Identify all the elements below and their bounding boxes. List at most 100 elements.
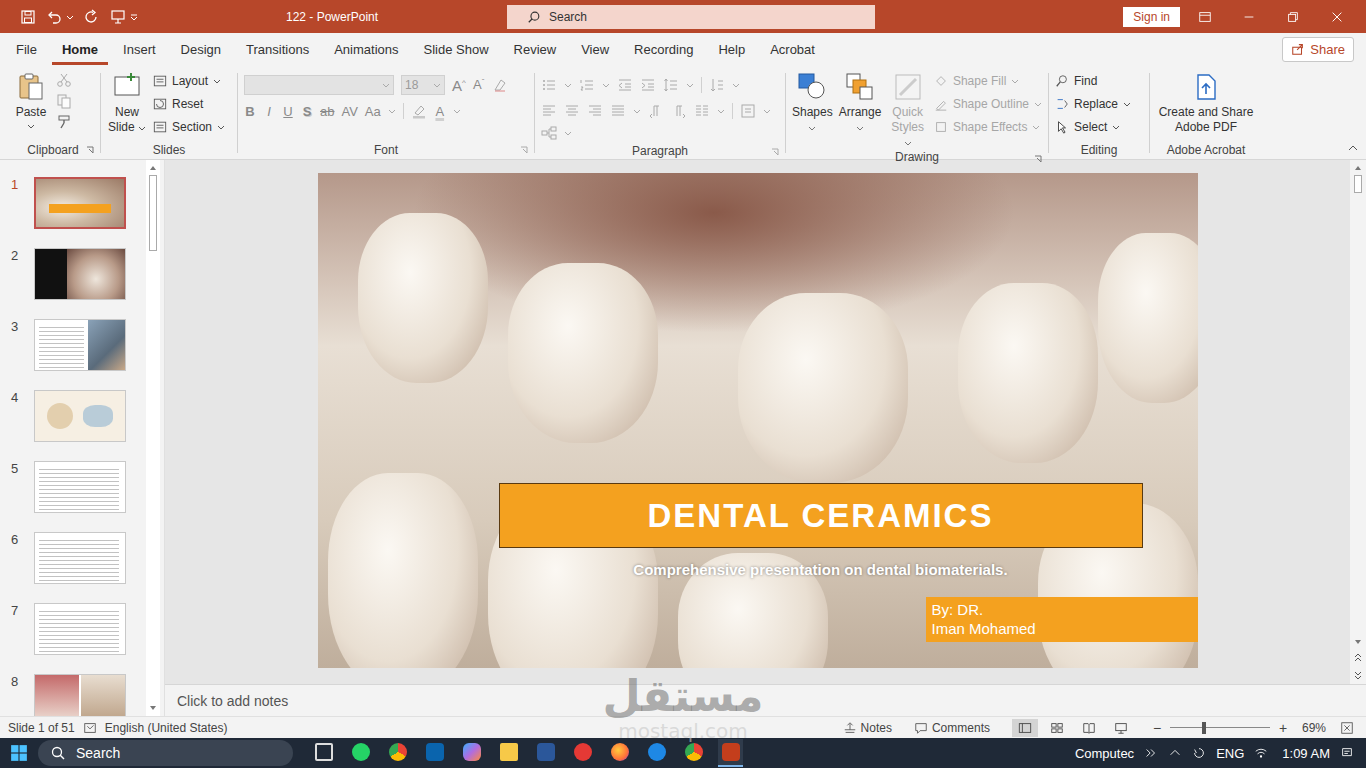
decrease-indent-icon[interactable] [617,77,633,93]
taskbar-app[interactable] [311,739,336,767]
collapse-ribbon-icon[interactable] [1348,143,1358,153]
share-button[interactable]: Share [1282,37,1354,62]
copy-icon[interactable] [56,93,72,109]
taskbar-app[interactable] [533,739,558,767]
slide-scrollbar[interactable] [1350,160,1366,684]
zoom-level[interactable]: 69% [1302,721,1326,735]
ribbon-tab[interactable]: File [6,33,47,65]
create-pdf-button[interactable]: Create and Share Adobe PDF [1156,69,1256,135]
font-color-button[interactable]: A [434,104,446,119]
font-name-field[interactable] [244,75,394,95]
more-chevron-icon[interactable] [1144,746,1158,760]
format-button[interactable]: Aa [365,104,381,119]
shrink-font-button[interactable]: Aˇ [473,77,485,92]
slide-thumbnail[interactable]: 6 [0,532,146,603]
taskbar-app[interactable] [718,739,743,767]
font-size-field[interactable]: 18 [401,75,445,95]
slide-option[interactable]: Reset [153,95,225,113]
accessibility-icon[interactable] [83,721,97,735]
customize-toolbar-icon[interactable] [130,13,138,21]
format-painter-icon[interactable] [56,114,72,130]
slide-title[interactable]: DENTAL CERAMICS [499,483,1143,548]
input-language[interactable]: ENG [1216,746,1244,761]
dialog-launcher-icon[interactable] [520,146,528,154]
view-button[interactable] [1076,719,1102,737]
present-icon[interactable] [110,9,126,25]
show-hidden-icons-icon[interactable] [1168,746,1182,760]
scroll-up-icon[interactable] [1354,164,1362,172]
shape-format-option[interactable]: Shape Fill [934,72,1042,90]
format-button[interactable]: ab [320,104,334,119]
taskbar-app[interactable] [570,739,595,767]
new-slide-button[interactable]: New Slide [107,69,147,135]
justify-icon[interactable] [610,103,626,119]
slide-option[interactable]: Layout [153,72,225,90]
paste-button[interactable]: Paste [12,69,50,130]
slide-thumbnail[interactable]: 1 [0,177,146,248]
wifi-icon[interactable] [1254,746,1268,760]
right-to-left-icon[interactable] [648,103,664,119]
editing-option[interactable]: Replace [1055,95,1131,113]
taskbar-app[interactable] [496,739,521,767]
highlighter-icon[interactable] [411,103,427,119]
taskbar-search[interactable]: Search [38,740,293,766]
ribbon-tab[interactable]: Transitions [236,33,319,65]
editing-option[interactable]: Find [1055,72,1131,90]
taskbar-app[interactable] [459,739,484,767]
ribbon-tab[interactable]: Slide Show [413,33,498,65]
clear-formatting-icon[interactable] [492,77,508,93]
scroll-down-icon[interactable] [149,704,157,712]
windows-start-icon[interactable] [10,744,28,762]
slide-thumbnail[interactable]: 3 [0,319,146,390]
bullets-icon[interactable] [541,77,557,93]
ribbon-tab[interactable]: View [571,33,619,65]
format-button[interactable]: B [244,104,256,119]
smartart-icon[interactable] [541,125,557,141]
left-to-right-icon[interactable] [671,103,687,119]
line-spacing-icon[interactable] [663,77,679,93]
undo-dropdown-icon[interactable] [66,13,74,21]
ribbon-tab[interactable]: Animations [324,33,408,65]
taskbar-app[interactable] [385,739,410,767]
zoom-slider-thumb[interactable] [1202,722,1206,734]
scroll-down-icon[interactable] [1354,638,1362,646]
taskbar-app[interactable] [422,739,447,767]
taskbar-app[interactable] [644,739,669,767]
network-icon[interactable] [1192,746,1206,760]
previous-slide-icon[interactable] [1354,653,1362,663]
ribbon-tab[interactable]: Review [504,33,567,65]
align-text-icon[interactable] [740,103,756,119]
minimize-icon[interactable] [1242,10,1256,24]
shape-format-option[interactable]: Shape Outline [934,95,1042,113]
ribbon-tab[interactable]: Recording [624,33,703,65]
ribbon-tab[interactable]: Home [52,33,108,65]
taskbar-app[interactable] [348,739,373,767]
cut-icon[interactable] [56,72,72,88]
format-button[interactable]: I [263,104,275,119]
scroll-thumb[interactable] [1354,175,1362,193]
dialog-launcher-icon[interactable] [1034,155,1042,163]
ribbon-tab[interactable]: Acrobat [760,33,825,65]
ribbon-tab[interactable]: Insert [113,33,166,65]
slide-thumbnail[interactable]: 2 [0,248,146,319]
ribbon-tab[interactable]: Help [708,33,755,65]
format-button[interactable]: U [282,104,294,119]
save-icon[interactable] [20,9,36,25]
grow-font-button[interactable]: A^ [452,77,466,94]
redo-icon[interactable] [84,9,100,25]
view-button[interactable] [1012,719,1038,737]
increase-indent-icon[interactable] [640,77,656,93]
columns-icon[interactable] [694,103,710,119]
view-button[interactable] [1108,719,1134,737]
author-box[interactable]: By: DR.Iman Mohamed [926,597,1198,642]
clock[interactable]: 1:09 AM [1282,746,1330,761]
text-direction-icon[interactable] [709,77,725,93]
scroll-up-icon[interactable] [149,164,157,172]
shape-format-option[interactable]: Shape Effects [934,118,1042,136]
language-indicator[interactable]: English (United States) [105,721,228,735]
slide-thumbnail[interactable]: 4 [0,390,146,461]
restore-icon[interactable] [1286,10,1300,24]
align-left-icon[interactable] [541,103,557,119]
slide-subtitle[interactable]: Comprehensive presentation on dental bio… [499,561,1143,578]
scroll-thumb[interactable] [149,175,157,251]
